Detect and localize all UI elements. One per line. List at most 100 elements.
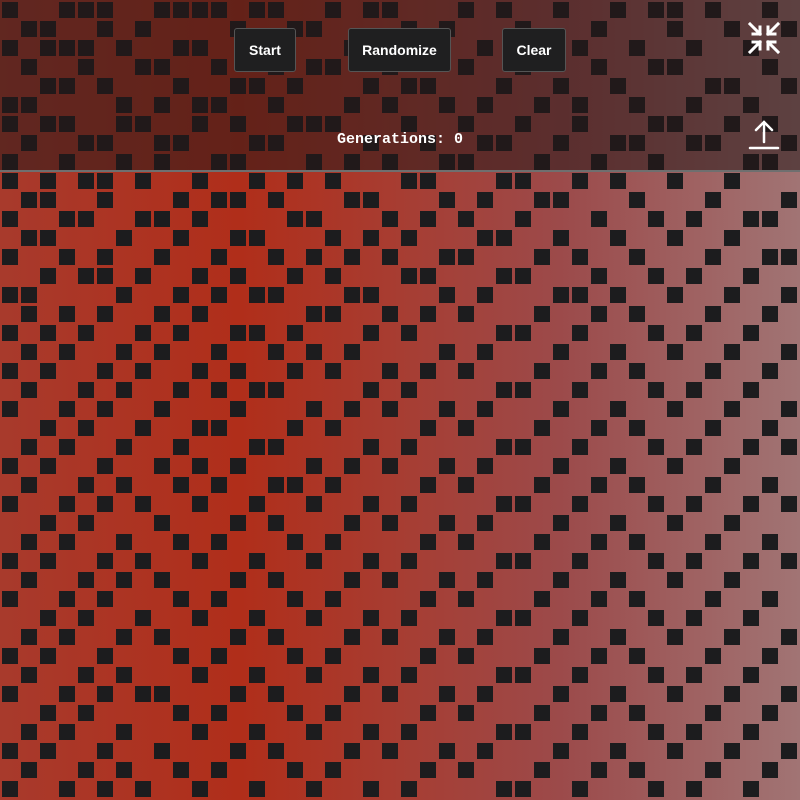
live-cell[interactable] bbox=[610, 344, 626, 360]
live-cell[interactable] bbox=[249, 382, 265, 398]
live-cell[interactable] bbox=[781, 553, 797, 569]
live-cell[interactable] bbox=[2, 249, 18, 265]
live-cell[interactable] bbox=[363, 781, 379, 797]
live-cell[interactable] bbox=[192, 363, 208, 379]
live-cell[interactable] bbox=[591, 591, 607, 607]
live-cell[interactable] bbox=[439, 458, 455, 474]
live-cell[interactable] bbox=[382, 249, 398, 265]
live-cell[interactable] bbox=[572, 610, 588, 626]
live-cell[interactable] bbox=[420, 363, 436, 379]
live-cell[interactable] bbox=[781, 287, 797, 303]
live-cell[interactable] bbox=[401, 553, 417, 569]
live-cell[interactable] bbox=[686, 325, 702, 341]
live-cell[interactable] bbox=[2, 401, 18, 417]
live-cell[interactable] bbox=[591, 268, 607, 284]
live-cell[interactable] bbox=[477, 230, 493, 246]
live-cell[interactable] bbox=[382, 629, 398, 645]
live-cell[interactable] bbox=[154, 572, 170, 588]
live-cell[interactable] bbox=[629, 477, 645, 493]
live-cell[interactable] bbox=[743, 496, 759, 512]
live-cell[interactable] bbox=[78, 667, 94, 683]
live-cell[interactable] bbox=[553, 515, 569, 531]
live-cell[interactable] bbox=[667, 686, 683, 702]
live-cell[interactable] bbox=[553, 344, 569, 360]
live-cell[interactable] bbox=[629, 192, 645, 208]
live-cell[interactable] bbox=[762, 534, 778, 550]
live-cell[interactable] bbox=[116, 724, 132, 740]
live-cell[interactable] bbox=[686, 667, 702, 683]
live-cell[interactable] bbox=[496, 781, 512, 797]
live-cell[interactable] bbox=[344, 458, 360, 474]
live-cell[interactable] bbox=[192, 268, 208, 284]
live-cell[interactable] bbox=[249, 553, 265, 569]
live-cell[interactable] bbox=[325, 230, 341, 246]
live-cell[interactable] bbox=[21, 344, 37, 360]
live-cell[interactable] bbox=[667, 344, 683, 360]
live-cell[interactable] bbox=[173, 534, 189, 550]
live-cell[interactable] bbox=[21, 667, 37, 683]
live-cell[interactable] bbox=[458, 648, 474, 664]
live-cell[interactable] bbox=[21, 762, 37, 778]
live-cell[interactable] bbox=[781, 401, 797, 417]
live-cell[interactable] bbox=[667, 629, 683, 645]
live-cell[interactable] bbox=[2, 648, 18, 664]
live-cell[interactable] bbox=[363, 667, 379, 683]
live-cell[interactable] bbox=[382, 515, 398, 531]
live-cell[interactable] bbox=[724, 173, 740, 189]
live-cell[interactable] bbox=[192, 724, 208, 740]
live-cell[interactable] bbox=[154, 211, 170, 227]
live-cell[interactable] bbox=[173, 382, 189, 398]
live-cell[interactable] bbox=[116, 477, 132, 493]
live-cell[interactable] bbox=[211, 192, 227, 208]
live-cell[interactable] bbox=[382, 401, 398, 417]
live-cell[interactable] bbox=[2, 458, 18, 474]
live-cell[interactable] bbox=[648, 724, 664, 740]
live-cell[interactable] bbox=[325, 173, 341, 189]
live-cell[interactable] bbox=[610, 572, 626, 588]
live-cell[interactable] bbox=[667, 515, 683, 531]
live-cell[interactable] bbox=[420, 591, 436, 607]
live-cell[interactable] bbox=[610, 629, 626, 645]
live-cell[interactable] bbox=[59, 306, 75, 322]
live-cell[interactable] bbox=[591, 420, 607, 436]
live-cell[interactable] bbox=[344, 249, 360, 265]
live-cell[interactable] bbox=[686, 268, 702, 284]
live-cell[interactable] bbox=[724, 572, 740, 588]
live-cell[interactable] bbox=[648, 268, 664, 284]
live-cell[interactable] bbox=[59, 591, 75, 607]
live-cell[interactable] bbox=[325, 705, 341, 721]
live-cell[interactable] bbox=[477, 192, 493, 208]
live-cell[interactable] bbox=[135, 610, 151, 626]
live-cell[interactable] bbox=[344, 686, 360, 702]
live-cell[interactable] bbox=[306, 553, 322, 569]
live-cell[interactable] bbox=[572, 439, 588, 455]
live-cell[interactable] bbox=[173, 591, 189, 607]
live-cell[interactable] bbox=[515, 781, 531, 797]
live-cell[interactable] bbox=[724, 344, 740, 360]
live-cell[interactable] bbox=[610, 686, 626, 702]
live-cell[interactable] bbox=[496, 230, 512, 246]
live-cell[interactable] bbox=[21, 477, 37, 493]
live-cell[interactable] bbox=[705, 648, 721, 664]
live-cell[interactable] bbox=[686, 439, 702, 455]
live-cell[interactable] bbox=[553, 287, 569, 303]
live-cell[interactable] bbox=[420, 762, 436, 778]
live-cell[interactable] bbox=[306, 401, 322, 417]
live-cell[interactable] bbox=[610, 515, 626, 531]
live-cell[interactable] bbox=[762, 648, 778, 664]
live-cell[interactable] bbox=[553, 192, 569, 208]
live-cell[interactable] bbox=[439, 287, 455, 303]
live-cell[interactable] bbox=[211, 762, 227, 778]
live-cell[interactable] bbox=[743, 439, 759, 455]
live-cell[interactable] bbox=[724, 458, 740, 474]
live-cell[interactable] bbox=[40, 173, 56, 189]
live-cell[interactable] bbox=[325, 363, 341, 379]
randomize-button[interactable]: Randomize bbox=[348, 28, 451, 72]
live-cell[interactable] bbox=[97, 781, 113, 797]
live-cell[interactable] bbox=[515, 211, 531, 227]
live-cell[interactable] bbox=[743, 268, 759, 284]
live-cell[interactable] bbox=[192, 211, 208, 227]
live-cell[interactable] bbox=[21, 629, 37, 645]
live-cell[interactable] bbox=[648, 667, 664, 683]
live-cell[interactable] bbox=[363, 553, 379, 569]
